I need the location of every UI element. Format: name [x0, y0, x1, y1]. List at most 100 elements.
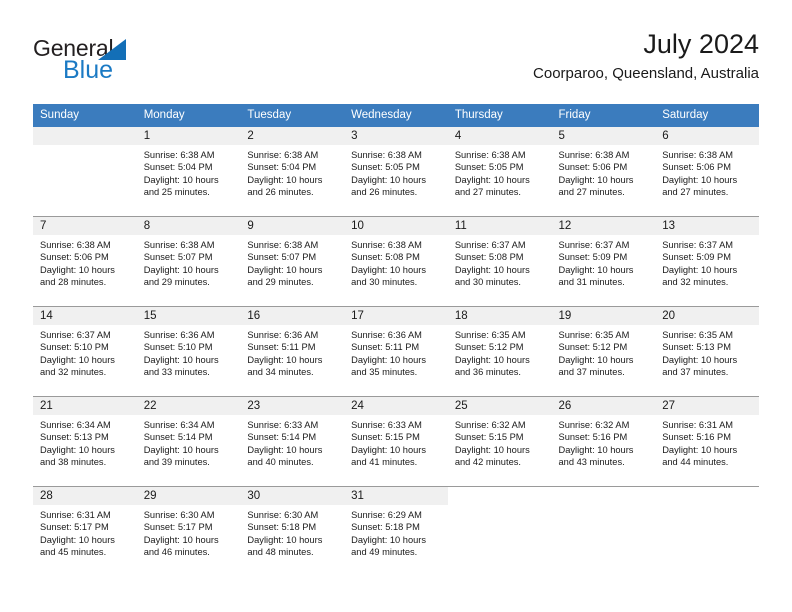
logo-text-blue: Blue	[63, 56, 114, 84]
day-detail-line: and 30 minutes.	[351, 277, 418, 288]
day-details: Sunrise: 6:36 AM Sunset: 5:10 PM Daylight:…	[137, 325, 241, 379]
day-details: Sunrise: 6:37 AM Sunset: 5:08 PM Daylight:…	[448, 235, 552, 289]
calendar-day-cell[interactable]: 24 Sunrise: 6:33 AM Sunset: 5:15 PM Dayligh…	[344, 396, 448, 487]
calendar-day-cell[interactable]: 21 Sunrise: 6:34 AM Sunset: 5:13 PM Dayligh…	[33, 396, 137, 487]
day-number: 31	[344, 487, 448, 505]
calendar-day-cell[interactable]: 19 Sunrise: 6:35 AM Sunset: 5:12 PM Dayligh…	[551, 306, 656, 397]
day-cell-inner: 24 Sunrise: 6:33 AM Sunset: 5:15 PM Dayligh…	[344, 397, 448, 486]
calendar-day-cell[interactable]: 25 Sunrise: 6:32 AM Sunset: 5:15 PM Dayligh…	[447, 396, 552, 487]
day-detail-line: Sunset: 5:05 PM	[454, 162, 524, 173]
day-cell-inner: 6 Sunrise: 6:38 AM Sunset: 5:06 PM Daylight…	[655, 127, 759, 216]
calendar-day-cell[interactable]: 9 Sunrise: 6:38 AM Sunset: 5:07 PM Daylight…	[240, 216, 345, 307]
day-detail-line: Sunset: 5:04 PM	[247, 162, 317, 173]
day-cell-inner: 22 Sunrise: 6:34 AM Sunset: 5:14 PM Dayligh…	[136, 397, 241, 486]
day-details: Sunrise: 6:31 AM Sunset: 5:17 PM Daylight:…	[33, 505, 137, 559]
calendar-day-cell[interactable]: 16 Sunrise: 6:36 AM Sunset: 5:11 PM Dayligh…	[240, 306, 345, 397]
day-detail-line: and 40 minutes.	[247, 457, 314, 468]
calendar-day-cell[interactable]: 3 Sunrise: 6:38 AM Sunset: 5:05 PM Daylight…	[344, 127, 448, 217]
day-detail-line: Sunrise: 6:37 AM	[454, 240, 526, 250]
calendar-day-cell[interactable]: 31 Sunrise: 6:29 AM Sunset: 5:18 PM Dayligh…	[344, 486, 448, 576]
day-number: 7	[33, 217, 137, 235]
calendar-day-cell[interactable]: 28 Sunrise: 6:31 AM Sunset: 5:17 PM Dayligh…	[33, 486, 137, 576]
day-detail-line: and 38 minutes.	[40, 457, 107, 468]
day-details: Sunrise: 6:37 AM Sunset: 5:09 PM Daylight:…	[552, 235, 656, 289]
calendar-day-cell[interactable]: 6 Sunrise: 6:38 AM Sunset: 5:06 PM Daylight…	[655, 127, 759, 217]
day-number: 3	[344, 127, 448, 145]
weekday-header-monday: Monday	[136, 104, 241, 127]
calendar-week-row: 7 Sunrise: 6:38 AM Sunset: 5:06 PM Daylight…	[33, 216, 759, 307]
day-detail-line: Daylight: 10 hours	[558, 354, 634, 365]
day-detail-line: and 42 minutes.	[454, 457, 521, 468]
calendar-day-cell[interactable]: 2 Sunrise: 6:38 AM Sunset: 5:04 PM Daylight…	[240, 127, 345, 217]
day-detail-line: and 35 minutes.	[351, 367, 418, 378]
calendar-day-cell[interactable]: 10 Sunrise: 6:38 AM Sunset: 5:08 PM Dayligh…	[344, 216, 448, 307]
day-detail-line: and 27 minutes.	[454, 187, 521, 198]
day-detail-line: Daylight: 10 hours	[40, 534, 115, 545]
calendar-day-cell[interactable]: 27 Sunrise: 6:31 AM Sunset: 5:16 PM Dayligh…	[655, 396, 759, 487]
day-detail-line: Sunrise: 6:35 AM	[558, 330, 630, 340]
calendar-day-cell[interactable]: 17 Sunrise: 6:36 AM Sunset: 5:11 PM Dayligh…	[344, 306, 448, 397]
day-details: Sunrise: 6:34 AM Sunset: 5:13 PM Daylight:…	[33, 415, 137, 469]
day-details: Sunrise: 6:38 AM Sunset: 5:04 PM Daylight:…	[137, 145, 241, 199]
day-detail-line: Sunrise: 6:38 AM	[143, 240, 215, 250]
day-detail-line: Sunrise: 6:38 AM	[40, 240, 111, 250]
day-detail-line: Daylight: 10 hours	[351, 354, 427, 365]
calendar-day-cell[interactable]: 23 Sunrise: 6:33 AM Sunset: 5:14 PM Dayligh…	[240, 396, 345, 487]
day-cell-inner: 26 Sunrise: 6:32 AM Sunset: 5:16 PM Dayligh…	[551, 397, 656, 486]
day-details	[655, 505, 759, 509]
day-number: 18	[447, 307, 552, 325]
day-cell-inner: 13 Sunrise: 6:37 AM Sunset: 5:09 PM Dayligh…	[655, 217, 759, 306]
day-detail-line: Sunrise: 6:32 AM	[454, 420, 526, 430]
day-detail-line: Sunrise: 6:37 AM	[40, 330, 111, 340]
day-number: 20	[655, 307, 759, 325]
calendar-day-cell[interactable]: 4 Sunrise: 6:38 AM Sunset: 5:05 PM Daylight…	[447, 127, 552, 217]
calendar-day-cell[interactable]: 18 Sunrise: 6:35 AM Sunset: 5:12 PM Dayligh…	[447, 306, 552, 397]
day-detail-line: Sunset: 5:07 PM	[143, 252, 213, 263]
calendar-day-cell[interactable]: 30 Sunrise: 6:30 AM Sunset: 5:18 PM Dayligh…	[240, 486, 345, 576]
day-number	[551, 487, 656, 505]
calendar-week-row: 21 Sunrise: 6:34 AM Sunset: 5:13 PM Dayligh…	[33, 396, 759, 487]
calendar-day-cell[interactable]: 22 Sunrise: 6:34 AM Sunset: 5:14 PM Dayligh…	[136, 396, 241, 487]
calendar-day-cell[interactable]: 20 Sunrise: 6:35 AM Sunset: 5:13 PM Dayligh…	[655, 306, 759, 397]
day-details: Sunrise: 6:32 AM Sunset: 5:16 PM Daylight:…	[552, 415, 656, 469]
general-blue-logo[interactable]: General Blue	[33, 36, 253, 88]
day-cell-inner: 15 Sunrise: 6:36 AM Sunset: 5:10 PM Dayligh…	[136, 307, 241, 396]
weekday-header-tuesday: Tuesday	[240, 104, 345, 127]
day-detail-line: and 34 minutes.	[247, 367, 314, 378]
calendar-day-cell[interactable]: 7 Sunrise: 6:38 AM Sunset: 5:06 PM Daylight…	[33, 216, 137, 307]
weekday-header-saturday: Saturday	[655, 104, 759, 127]
day-details: Sunrise: 6:35 AM Sunset: 5:13 PM Daylight:…	[655, 325, 759, 379]
day-detail-line: and 39 minutes.	[143, 457, 210, 468]
day-detail-line: and 45 minutes.	[40, 547, 107, 558]
calendar-day-cell[interactable]: 26 Sunrise: 6:32 AM Sunset: 5:16 PM Dayligh…	[551, 396, 656, 487]
day-detail-line: Daylight: 10 hours	[351, 534, 427, 545]
day-detail-line: Sunrise: 6:37 AM	[662, 240, 734, 250]
day-detail-line: Sunrise: 6:30 AM	[143, 510, 215, 520]
day-details: Sunrise: 6:35 AM Sunset: 5:12 PM Daylight:…	[448, 325, 552, 379]
calendar-day-cell[interactable]: 8 Sunrise: 6:38 AM Sunset: 5:07 PM Daylight…	[136, 216, 241, 307]
calendar-day-cell[interactable]: 13 Sunrise: 6:37 AM Sunset: 5:09 PM Dayligh…	[655, 216, 759, 307]
day-number: 1	[136, 127, 241, 145]
day-detail-line: Daylight: 10 hours	[247, 534, 323, 545]
calendar-day-cell[interactable]: 5 Sunrise: 6:38 AM Sunset: 5:06 PM Daylight…	[551, 127, 656, 217]
day-detail-line: Sunrise: 6:38 AM	[662, 150, 734, 160]
day-detail-line: Sunset: 5:18 PM	[351, 522, 420, 533]
day-detail-line: Sunset: 5:08 PM	[351, 252, 420, 263]
day-detail-line: Sunrise: 6:36 AM	[247, 330, 319, 340]
calendar-day-cell[interactable]: 1 Sunrise: 6:38 AM Sunset: 5:04 PM Daylight…	[136, 127, 241, 217]
day-details: Sunrise: 6:36 AM Sunset: 5:11 PM Daylight:…	[240, 325, 344, 379]
calendar-day-cell[interactable]: 12 Sunrise: 6:37 AM Sunset: 5:09 PM Dayligh…	[551, 216, 656, 307]
calendar-day-cell[interactable]: 11 Sunrise: 6:37 AM Sunset: 5:08 PM Dayligh…	[447, 216, 552, 307]
calendar-day-cell[interactable]: 29 Sunrise: 6:30 AM Sunset: 5:17 PM Dayligh…	[136, 486, 241, 576]
calendar-day-cell[interactable]: 15 Sunrise: 6:36 AM Sunset: 5:10 PM Dayligh…	[136, 306, 241, 397]
title-block: July 2024 Coorparoo, Queensland, Austral…	[533, 28, 759, 84]
day-details: Sunrise: 6:38 AM Sunset: 5:07 PM Daylight:…	[240, 235, 344, 289]
day-details: Sunrise: 6:36 AM Sunset: 5:11 PM Daylight:…	[344, 325, 448, 379]
day-number: 4	[447, 127, 552, 145]
day-cell-inner: 18 Sunrise: 6:35 AM Sunset: 5:12 PM Dayligh…	[447, 307, 552, 396]
calendar-day-cell[interactable]: 14 Sunrise: 6:37 AM Sunset: 5:10 PM Dayligh…	[33, 306, 137, 397]
day-number: 14	[33, 307, 137, 325]
day-number	[655, 487, 759, 505]
day-cell-inner: 23 Sunrise: 6:33 AM Sunset: 5:14 PM Dayligh…	[240, 397, 345, 486]
day-detail-line: Sunset: 5:12 PM	[454, 342, 524, 353]
